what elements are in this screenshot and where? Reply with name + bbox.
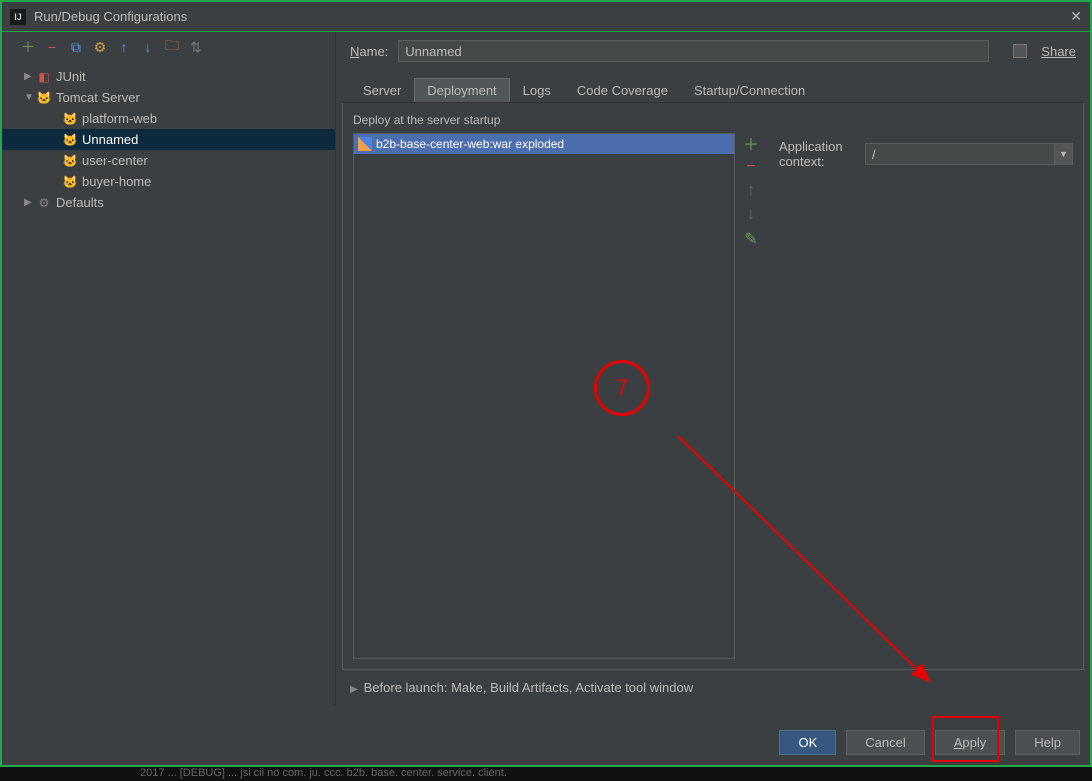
tree-item[interactable]: 🐱 platform-web bbox=[2, 108, 335, 129]
ok-button[interactable]: OK bbox=[779, 730, 836, 755]
cancel-button[interactable]: Cancel bbox=[846, 730, 924, 755]
window-title: Run/Debug Configurations bbox=[34, 9, 1070, 24]
share-link[interactable]: Share bbox=[1041, 44, 1076, 59]
tree-node-defaults[interactable]: ▶ ⚙ Defaults bbox=[2, 192, 335, 213]
tree-label: Unnamed bbox=[82, 132, 138, 147]
edit-artifact-icon[interactable]: ✎ bbox=[743, 231, 759, 247]
left-panel: ＋ − ⧉ ⚙ ↑ ↓ 🗀 ⇅ ▶ ◧ JUnit ▼ 🐱 Tomcat Ser bbox=[2, 32, 336, 705]
right-panel: Name: Share Server Deployment Logs Code … bbox=[336, 32, 1090, 705]
help-button[interactable]: Help bbox=[1015, 730, 1080, 755]
wrench-icon[interactable]: ⚙ bbox=[92, 39, 108, 55]
chevron-down-icon[interactable]: ▼ bbox=[1055, 143, 1073, 165]
artifact-icon bbox=[358, 137, 372, 151]
remove-artifact-icon[interactable]: − bbox=[743, 159, 759, 175]
apply-button[interactable]: Apply bbox=[935, 730, 1006, 755]
remove-icon[interactable]: − bbox=[44, 39, 60, 55]
dialog-window: IJ Run/Debug Configurations ✕ ＋ − ⧉ ⚙ ↑ … bbox=[0, 0, 1092, 767]
context-input[interactable] bbox=[865, 143, 1055, 165]
context-label: Application context: bbox=[779, 139, 859, 169]
dialog-footer: OK Cancel Apply Help bbox=[779, 730, 1080, 755]
tomcat-icon: 🐱 bbox=[36, 90, 52, 106]
junit-icon: ◧ bbox=[36, 69, 52, 85]
context-combo: ▼ bbox=[865, 143, 1073, 165]
tree-item-selected[interactable]: 🐱 Unnamed bbox=[2, 129, 335, 150]
chevron-right-icon: ▶ bbox=[24, 197, 36, 208]
deploy-buttons: ＋ − ↑ ↓ ✎ bbox=[743, 133, 759, 659]
tomcat-icon: 🐱 bbox=[62, 111, 78, 127]
deploy-artifact-list[interactable]: b2b-base-center-web:war exploded bbox=[353, 133, 735, 659]
tomcat-icon: 🐱 bbox=[62, 153, 78, 169]
config-tree: ▶ ◧ JUnit ▼ 🐱 Tomcat Server 🐱 platform-w… bbox=[2, 62, 335, 705]
chevron-right-icon: ▶ bbox=[24, 71, 36, 82]
deploy-artifact-item[interactable]: b2b-base-center-web:war exploded bbox=[354, 134, 734, 154]
move-down-icon[interactable]: ↓ bbox=[140, 39, 156, 55]
add-icon[interactable]: ＋ bbox=[20, 39, 36, 55]
tree-item[interactable]: 🐱 buyer-home bbox=[2, 171, 335, 192]
tomcat-icon: 🐱 bbox=[62, 174, 78, 190]
name-label: Name: bbox=[350, 44, 388, 59]
config-toolbar: ＋ − ⧉ ⚙ ↑ ↓ 🗀 ⇅ bbox=[2, 32, 335, 62]
before-launch-label: Before launch: Make, Build Artifacts, Ac… bbox=[364, 680, 694, 695]
tree-node-tomcat[interactable]: ▼ 🐱 Tomcat Server bbox=[2, 87, 335, 108]
tree-label: JUnit bbox=[56, 69, 86, 84]
tree-label: Tomcat Server bbox=[56, 90, 140, 105]
before-launch-section[interactable]: ▶ Before launch: Make, Build Artifacts, … bbox=[342, 670, 1084, 705]
deploy-section-label: Deploy at the server startup bbox=[353, 113, 1073, 127]
deploy-context-panel: Application context: ▼ bbox=[767, 133, 1073, 659]
share-checkbox[interactable] bbox=[1013, 44, 1027, 58]
deployment-panel: Deploy at the server startup b2b-base-ce… bbox=[342, 103, 1084, 670]
dialog-body: ＋ − ⧉ ⚙ ↑ ↓ 🗀 ⇅ ▶ ◧ JUnit ▼ 🐱 Tomcat Ser bbox=[2, 32, 1090, 705]
tree-item[interactable]: 🐱 user-center bbox=[2, 150, 335, 171]
tab-deployment[interactable]: Deployment bbox=[414, 78, 509, 102]
title-bar[interactable]: IJ Run/Debug Configurations ✕ bbox=[2, 2, 1090, 32]
gear-icon: ⚙ bbox=[36, 195, 52, 211]
tab-logs[interactable]: Logs bbox=[510, 78, 564, 102]
app-icon: IJ bbox=[10, 9, 26, 25]
close-icon[interactable]: ✕ bbox=[1070, 8, 1082, 25]
tab-bar: Server Deployment Logs Code Coverage Sta… bbox=[342, 78, 1084, 103]
tomcat-icon: 🐱 bbox=[62, 132, 78, 148]
folder-icon[interactable]: 🗀 bbox=[164, 39, 180, 55]
deploy-row: b2b-base-center-web:war exploded ＋ − ↑ ↓… bbox=[353, 133, 1073, 659]
copy-icon[interactable]: ⧉ bbox=[68, 39, 84, 55]
name-row: Name: Share bbox=[342, 36, 1084, 66]
artifact-label: b2b-base-center-web:war exploded bbox=[376, 137, 564, 151]
tree-node-junit[interactable]: ▶ ◧ JUnit bbox=[2, 66, 335, 87]
tree-label: platform-web bbox=[82, 111, 157, 126]
sort-icon[interactable]: ⇅ bbox=[188, 39, 204, 55]
context-row: Application context: ▼ bbox=[779, 139, 1073, 169]
name-input[interactable] bbox=[398, 40, 989, 62]
artifact-down-icon[interactable]: ↓ bbox=[743, 207, 759, 223]
status-bar: 2017 ... [DEBUG] ... jsi cii no com. ju.… bbox=[0, 767, 1092, 781]
chevron-right-icon: ▶ bbox=[350, 684, 360, 695]
artifact-up-icon[interactable]: ↑ bbox=[743, 183, 759, 199]
move-up-icon[interactable]: ↑ bbox=[116, 39, 132, 55]
tab-startup-connection[interactable]: Startup/Connection bbox=[681, 78, 818, 102]
tree-label: Defaults bbox=[56, 195, 104, 210]
tab-code-coverage[interactable]: Code Coverage bbox=[564, 78, 681, 102]
add-artifact-icon[interactable]: ＋ bbox=[743, 135, 759, 151]
tree-label: buyer-home bbox=[82, 174, 151, 189]
chevron-down-icon: ▼ bbox=[24, 92, 36, 103]
tab-server[interactable]: Server bbox=[350, 78, 414, 102]
tree-label: user-center bbox=[82, 153, 148, 168]
